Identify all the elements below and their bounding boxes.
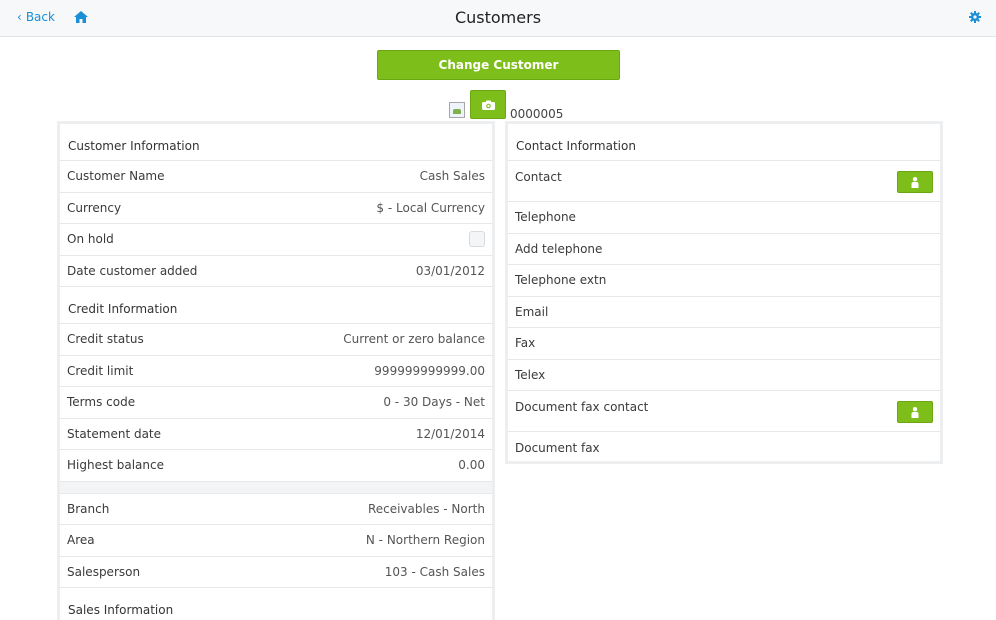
camera-icon — [481, 100, 495, 110]
row-label: Document fax contact — [515, 400, 649, 414]
row-value: 999999999999.00 — [374, 363, 485, 378]
row-label: Salesperson — [67, 564, 141, 579]
gear-icon[interactable] — [969, 11, 981, 23]
on-hold-row: On hold — [60, 224, 492, 256]
row-value: 0 - 30 Days - Net — [383, 395, 485, 410]
telex-row: Telex — [508, 360, 940, 391]
row-label: Fax — [515, 336, 536, 351]
row-value: Receivables - North — [367, 501, 485, 516]
customer-name-row: Customer Name Cash Sales — [60, 161, 492, 193]
highest-balance-row: Highest balance 0.00 — [60, 450, 492, 482]
camera-button[interactable] — [470, 90, 506, 119]
row-label: Credit status — [67, 332, 144, 347]
fax-row: Fax — [508, 328, 940, 360]
row-label: Contact — [515, 170, 562, 184]
branch-row: Branch Receivables - North — [60, 494, 492, 525]
credit-status-row: Credit status Current or zero balance — [60, 324, 492, 356]
credit-information-heading: Credit Information — [60, 287, 492, 324]
document-fax-contact-button[interactable] — [897, 401, 933, 423]
row-label: Terms code — [67, 395, 136, 410]
row-label: Highest balance — [67, 458, 164, 473]
row-label: Customer Name — [67, 169, 165, 184]
row-label: Currency — [67, 200, 122, 215]
add-telephone-row: Add telephone — [508, 234, 940, 265]
currency-row: Currency $ - Local Currency — [60, 193, 492, 224]
document-fax-row: Document fax — [508, 432, 940, 464]
row-value: 0.00 — [458, 458, 485, 473]
date-added-row: Date customer added 03/01/2012 — [60, 256, 492, 287]
row-value: 103 - Cash Sales — [384, 564, 485, 579]
credit-limit-row: Credit limit 999999999999.00 — [60, 356, 492, 387]
row-value: $ - Local Currency — [376, 200, 485, 215]
contact-information-panel: Contact Information Contact Telephone Ad… — [505, 121, 943, 464]
customer-code: 0000005 — [510, 107, 564, 121]
row-value: Current or zero balance — [343, 332, 485, 347]
contact-row: Contact — [508, 161, 940, 202]
row-label: Telephone extn — [515, 273, 607, 288]
telephone-row: Telephone — [508, 202, 940, 234]
customer-information-heading: Customer Information — [60, 124, 492, 161]
section-divider — [60, 481, 492, 494]
document-fax-contact-row: Document fax contact — [508, 391, 940, 432]
contact-lookup-button[interactable] — [897, 171, 933, 193]
sales-information-heading: Sales Information — [60, 588, 492, 620]
contact-information-heading: Contact Information — [508, 124, 940, 161]
customer-details-panel: Customer Information Customer Name Cash … — [57, 121, 495, 620]
row-label: Credit limit — [67, 363, 134, 378]
customer-photo — [449, 102, 465, 118]
row-label: Branch — [67, 501, 110, 516]
row-label: On hold — [67, 232, 114, 247]
email-row: Email — [508, 297, 940, 328]
area-row: Area N - Northern Region — [60, 525, 492, 557]
terms-code-row: Terms code 0 - 30 Days - Net — [60, 387, 492, 419]
row-value: 12/01/2014 — [415, 426, 485, 441]
row-label: Document fax — [515, 440, 600, 455]
row-label: Email — [515, 304, 549, 319]
person-icon — [911, 406, 919, 418]
telephone-extn-row: Telephone extn — [508, 265, 940, 297]
top-bar: ‹ Back Customers — [0, 0, 996, 37]
row-label: Telephone — [515, 210, 576, 225]
row-label: Area — [67, 533, 95, 548]
statement-date-row: Statement date 12/01/2014 — [60, 419, 492, 450]
change-customer-button[interactable]: Change Customer — [377, 50, 620, 80]
row-value: Cash Sales — [419, 169, 485, 184]
on-hold-checkbox[interactable] — [469, 231, 485, 248]
page-title: Customers — [454, 8, 542, 27]
row-label: Date customer added — [67, 263, 198, 278]
salesperson-row: Salesperson 103 - Cash Sales — [60, 557, 492, 588]
row-label: Statement date — [67, 426, 162, 441]
row-value: N - Northern Region — [365, 533, 485, 548]
row-label: Telex — [515, 367, 546, 382]
person-icon — [911, 176, 919, 188]
row-label: Add telephone — [515, 241, 603, 256]
row-value: 03/01/2012 — [415, 263, 485, 278]
